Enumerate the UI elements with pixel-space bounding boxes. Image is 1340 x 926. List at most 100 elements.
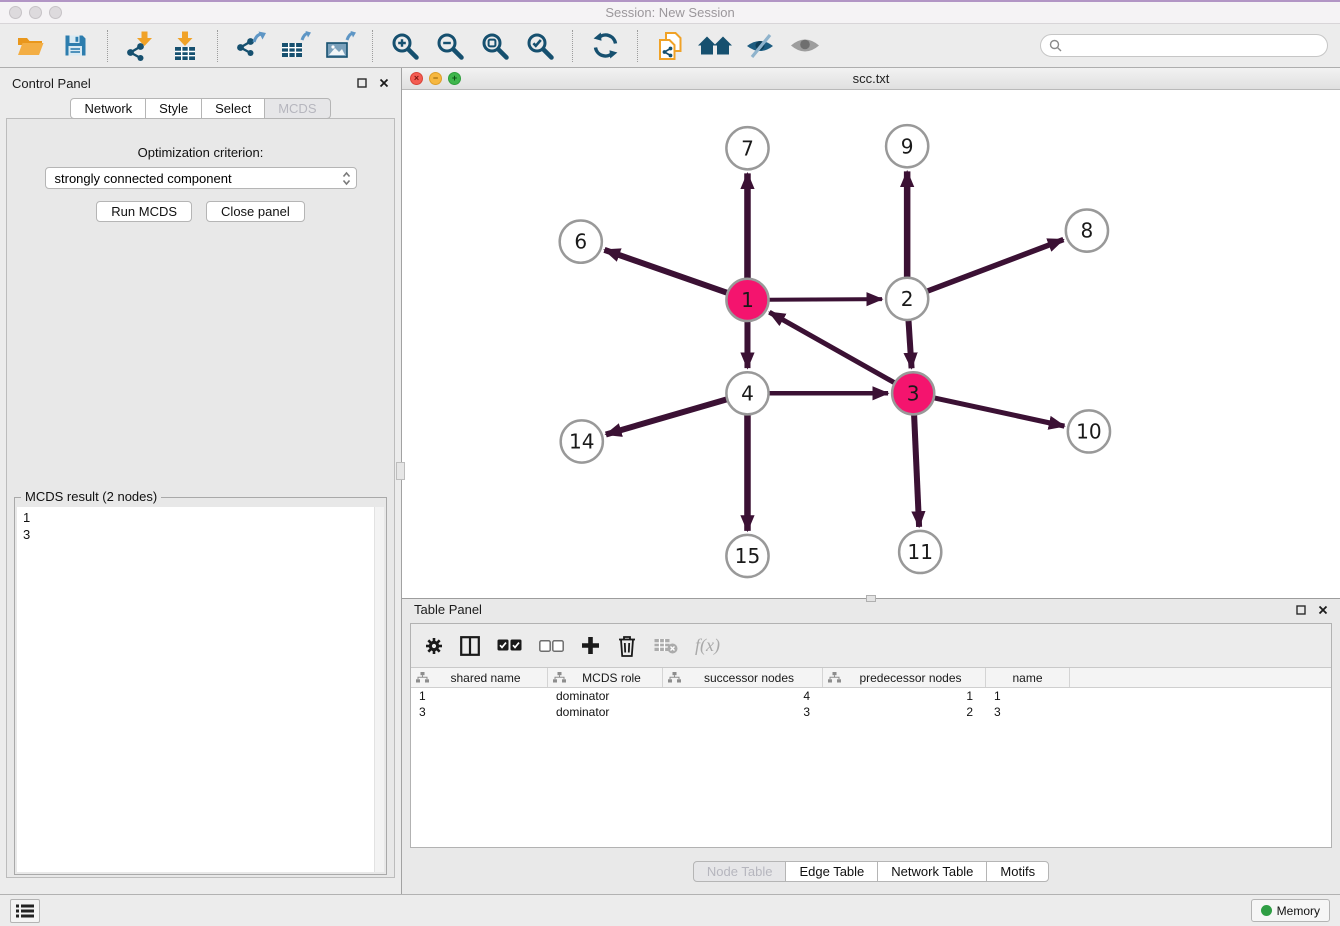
table-tab-network-table[interactable]: Network Table — [877, 861, 987, 882]
export-table-button[interactable] — [277, 28, 313, 64]
network-canvas[interactable]: 7968124314101511 — [402, 90, 1340, 599]
control-tab-mcds[interactable]: MCDS — [264, 98, 330, 119]
column-header-shared-name[interactable]: shared name — [411, 668, 548, 687]
delete-table-button[interactable] — [654, 631, 678, 661]
zoom-out-button[interactable] — [432, 28, 468, 64]
import-network-button[interactable] — [122, 28, 158, 64]
deselect-all-button[interactable] — [539, 631, 564, 661]
zoom-in-button[interactable] — [387, 28, 423, 64]
panel-splitter-handle[interactable] — [396, 462, 405, 480]
toolbar-separator — [372, 30, 373, 62]
graph-edge-2-3[interactable] — [908, 320, 911, 368]
save-session-button[interactable] — [57, 28, 93, 64]
main-toolbar — [0, 24, 1340, 68]
task-history-button[interactable] — [10, 899, 40, 923]
graph-edge-3-10[interactable] — [934, 398, 1065, 426]
table-tab-edge-table[interactable]: Edge Table — [785, 861, 878, 882]
close-mcds-panel-button[interactable]: Close panel — [206, 201, 305, 222]
column-header-mcds-role[interactable]: MCDS role — [548, 668, 663, 687]
unchecked-boxes-icon — [539, 640, 564, 652]
graph-edge-3-11[interactable] — [914, 414, 919, 526]
delete-column-button[interactable] — [617, 631, 637, 661]
memory-button[interactable]: Memory — [1251, 899, 1330, 922]
column-header-filler — [1070, 668, 1331, 687]
control-tab-select[interactable]: Select — [201, 98, 265, 119]
table-tab-motifs[interactable]: Motifs — [986, 861, 1049, 882]
toggle-columns-button[interactable] — [460, 631, 480, 661]
column-label: MCDS role — [582, 671, 641, 685]
search-input[interactable] — [1067, 37, 1319, 54]
table-panel-close-button[interactable] — [1318, 605, 1328, 615]
cell-mcds-role[interactable]: dominator — [548, 689, 663, 703]
zoom-fit-icon — [481, 32, 509, 60]
graph-node-label-6: 6 — [574, 230, 587, 254]
cell-shared-name[interactable]: 1 — [411, 689, 548, 703]
graph-node-label-10: 10 — [1076, 419, 1102, 443]
close-window-button[interactable] — [9, 6, 22, 19]
cell-successor-nodes[interactable]: 3 — [663, 705, 823, 719]
import-table-button[interactable] — [167, 28, 203, 64]
export-image-button[interactable] — [322, 28, 358, 64]
cell-name[interactable]: 3 — [986, 705, 1070, 719]
graph-node-label-7: 7 — [741, 136, 754, 160]
open-session-button[interactable] — [12, 28, 48, 64]
column-header-successor-nodes[interactable]: successor nodes — [663, 668, 823, 687]
refresh-layout-button[interactable] — [587, 28, 623, 64]
home-layout-button[interactable] — [697, 28, 733, 64]
status-bar: Memory — [0, 894, 1340, 926]
hide-graphics-details-button[interactable] — [742, 28, 778, 64]
graph-edge-4-14[interactable] — [606, 399, 727, 434]
table-settings-button[interactable] — [425, 631, 443, 661]
table-tab-node-table[interactable]: Node Table — [693, 861, 787, 882]
network-maximize-button[interactable]: + — [448, 72, 461, 85]
cell-successor-nodes[interactable]: 4 — [663, 689, 823, 703]
zoom-fit-button[interactable] — [477, 28, 513, 64]
control-panel-close-button[interactable] — [379, 78, 389, 88]
toolbar-separator — [637, 30, 638, 62]
control-panel-float-button[interactable] — [357, 78, 367, 88]
memory-label: Memory — [1277, 904, 1320, 918]
graph-edge-1-6[interactable] — [604, 250, 727, 293]
export-network-button[interactable] — [232, 28, 268, 64]
canvas-splitter-handle[interactable] — [866, 595, 876, 602]
column-header-predecessor-nodes[interactable]: predecessor nodes — [823, 668, 986, 687]
network-graph[interactable]: 7968124314101511 — [402, 90, 1340, 598]
table-row-1[interactable]: 1dominator411 — [411, 688, 1331, 704]
graph-edge-1-2[interactable] — [769, 299, 882, 300]
run-mcds-button[interactable]: Run MCDS — [96, 201, 192, 222]
mcds-result-scrollbar[interactable] — [374, 507, 384, 872]
network-minimize-button[interactable]: − — [429, 72, 442, 85]
double-house-icon — [697, 33, 733, 58]
cell-name[interactable]: 1 — [986, 689, 1070, 703]
mcds-result-group: MCDS result (2 nodes) 1 3 — [14, 497, 387, 875]
column-header-name[interactable]: name — [986, 668, 1070, 687]
optimization-criterion-select[interactable]: strongly connected component — [45, 167, 357, 189]
toolbar-separator — [107, 30, 108, 62]
minimize-window-button[interactable] — [29, 6, 42, 19]
cell-shared-name[interactable]: 3 — [411, 705, 548, 719]
column-label: shared name — [450, 671, 520, 685]
zoom-window-button[interactable] — [49, 6, 62, 19]
table-panel-float-button[interactable] — [1296, 605, 1306, 615]
search-box[interactable] — [1040, 34, 1328, 57]
graph-edge-2-8[interactable] — [927, 240, 1064, 292]
show-graphics-details-button[interactable] — [787, 28, 823, 64]
add-column-button[interactable] — [581, 631, 600, 661]
cell-predecessor-nodes[interactable]: 2 — [823, 705, 986, 719]
table-panel-title: Table Panel — [414, 602, 482, 617]
import-network-icon — [125, 31, 155, 61]
graph-edge-3-1[interactable] — [769, 312, 894, 383]
mcds-result-text[interactable]: 1 3 — [17, 507, 384, 872]
network-close-button[interactable]: × — [410, 72, 423, 85]
function-builder-button[interactable]: f(x) — [695, 631, 720, 661]
cell-mcds-role[interactable]: dominator — [548, 705, 663, 719]
function-icon: f(x) — [695, 635, 720, 656]
close-icon — [379, 78, 389, 88]
cell-predecessor-nodes[interactable]: 1 — [823, 689, 986, 703]
copy-style-button[interactable] — [652, 28, 688, 64]
select-all-button[interactable] — [497, 631, 522, 661]
control-tab-style[interactable]: Style — [145, 98, 202, 119]
table-row-2[interactable]: 3dominator323 — [411, 704, 1331, 720]
zoom-selected-button[interactable] — [522, 28, 558, 64]
control-tab-network[interactable]: Network — [70, 98, 146, 119]
